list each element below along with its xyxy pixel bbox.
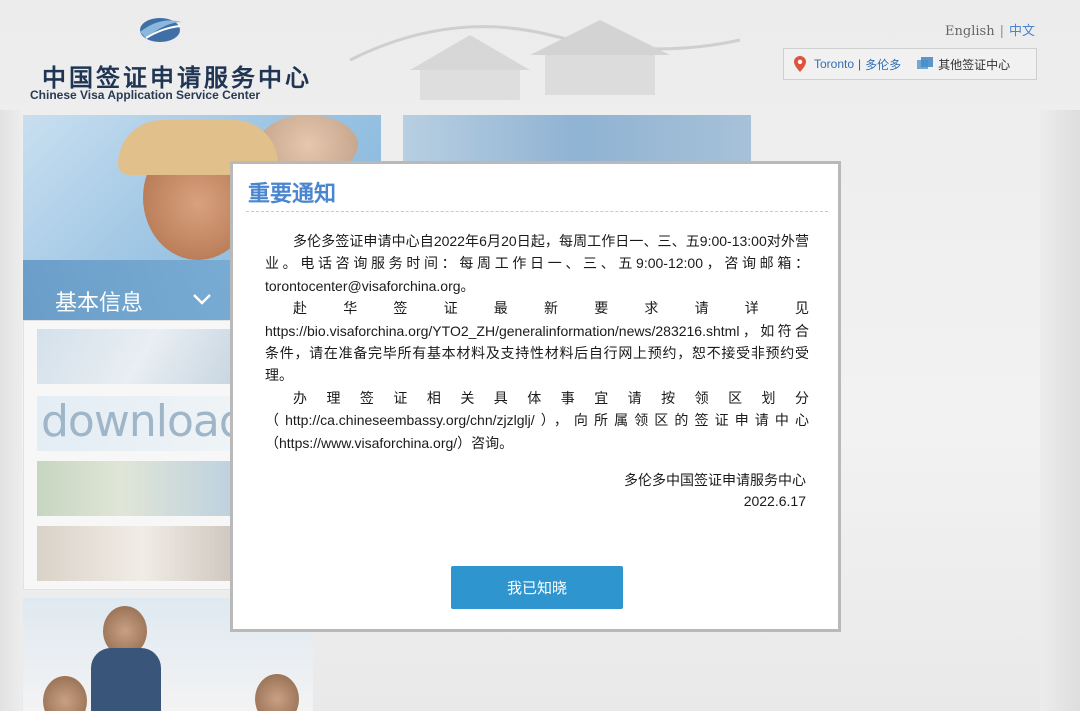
thumbnail-general-information[interactable]: [37, 329, 247, 384]
background-right-edge: [1040, 110, 1080, 711]
other-centers-icon: [917, 57, 934, 69]
logo-english-text: Chinese Visa Application Service Center: [30, 88, 261, 102]
notice-body: 多伦多签证申请中心自2022年6月20日起，每周工作日一、三、五9:00-13:…: [265, 230, 809, 454]
location-selector: Toronto | 多伦多 其他签证中心: [783, 48, 1037, 80]
city-separator: |: [858, 57, 862, 71]
notice-signature-date: 2022.6.17: [743, 493, 806, 509]
banner-person-head: [255, 674, 299, 711]
current-city-cn-link[interactable]: 多伦多: [865, 56, 901, 73]
language-switch: English | 中文: [945, 20, 1035, 39]
chevron-down-icon[interactable]: [193, 293, 211, 305]
logo-swoosh-icon: [140, 18, 182, 42]
notice-divider: [246, 211, 828, 212]
notice-signature: 多伦多中国签证申请服务中心 2022.6.17: [624, 470, 806, 512]
notice-title: 重要通知: [248, 181, 337, 206]
important-notice-dialog: 重要通知 多伦多签证申请中心自2022年6月20日起，每周工作日一、三、五9:0…: [230, 161, 841, 632]
lang-english-link[interactable]: English: [945, 24, 995, 39]
notice-paragraph-consular-link: （http://ca.chineseembassy.org/chn/zjzlgl…: [265, 412, 809, 429]
notice-paragraph-hours: 多伦多签证申请中心自2022年6月20日起，每周工作日一、三、五9:00-13:…: [265, 233, 809, 294]
thumbnail-travel[interactable]: [37, 461, 247, 516]
background-architecture-sketch: [349, 20, 741, 100]
notice-paragraph-consular-tail: （https://www.visaforchina.org/）咨询。: [265, 434, 514, 451]
thumbnail-consultation[interactable]: [37, 526, 247, 581]
acknowledge-button[interactable]: 我已知晓: [451, 566, 623, 609]
download-banner-text: download: [41, 396, 247, 447]
notice-paragraph-requirements-head: 赴 华 签 证 最 新 要 求 请 详 见: [293, 300, 809, 317]
notice-paragraph-requirements-link: https://bio.visaforchina.org/YTO2_ZH/gen…: [265, 322, 809, 384]
other-centers-link[interactable]: 其他签证中心: [938, 56, 1010, 73]
basic-info-label: 基本信息: [55, 291, 144, 316]
background-left-edge: [0, 110, 22, 711]
notice-signature-org: 多伦多中国签证申请服务中心: [624, 472, 806, 488]
current-city-link[interactable]: Toronto: [814, 57, 854, 71]
lang-separator: |: [999, 24, 1004, 39]
location-pin-icon: [794, 56, 806, 72]
banner-person-head: [43, 676, 87, 711]
notice-paragraph-consular-head: 办 理 签 证 相 关 具 体 事 宜 请 按 领 区 划 分: [293, 389, 809, 406]
banner-person-body: [91, 648, 161, 711]
lang-chinese-link[interactable]: 中文: [1009, 24, 1035, 39]
thumbnail-download[interactable]: download: [37, 396, 247, 451]
site-logo[interactable]: 中国签证申请服务中心 Chinese Visa Application Serv…: [30, 8, 309, 108]
